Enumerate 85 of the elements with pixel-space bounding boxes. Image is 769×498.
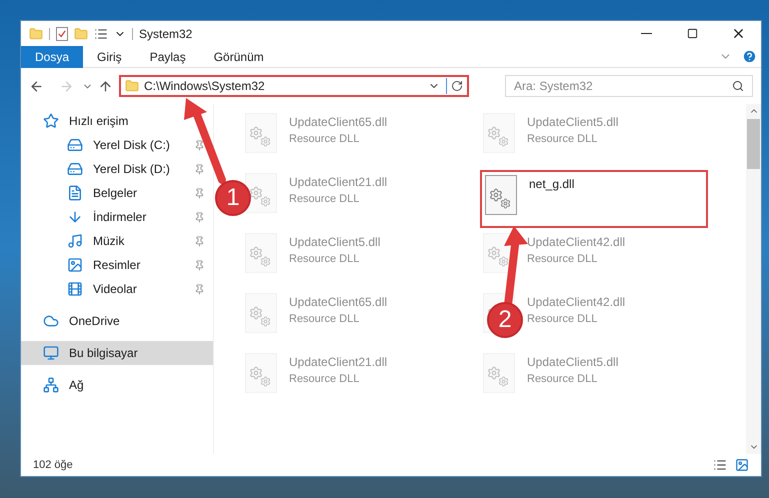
sidebar-label: Bu bilgisayar: [69, 345, 138, 362]
ribbon-tab[interactable]: Giriş: [83, 46, 136, 68]
file-icon: [245, 353, 277, 393]
large-icons-view-icon[interactable]: [735, 458, 749, 472]
sidebar-item[interactable]: Ağ: [21, 373, 213, 397]
sidebar-item[interactable]: Müzik: [21, 229, 213, 253]
sidebar-item[interactable]: İndirmeler: [21, 205, 213, 229]
document-icon: [67, 185, 83, 201]
file-icon: [245, 233, 277, 273]
maximize-icon: [686, 28, 698, 39]
scroll-thumb[interactable]: [747, 119, 760, 169]
file-name: UpdateClient65.dll: [289, 294, 388, 311]
address-bar[interactable]: C:\Windows\System32: [119, 75, 469, 97]
file-name: UpdateClient65.dll: [289, 114, 388, 131]
file-type: Resource DLL: [527, 372, 598, 387]
folder-icon: [125, 79, 139, 93]
sidebar-label: Ağ: [69, 377, 84, 394]
search-field[interactable]: Ara: System32: [505, 75, 753, 97]
file-type: Resource DLL: [289, 372, 360, 387]
file-icon: [245, 173, 277, 213]
file-type: Resource DLL: [527, 312, 598, 327]
sidebar-item[interactable]: Yerel Disk (C:): [21, 133, 213, 157]
selected-file-frame[interactable]: net_g.dll: [480, 170, 708, 228]
file-name: UpdateClient42.dll: [527, 294, 626, 311]
sidebar-item[interactable]: Resimler: [21, 253, 213, 277]
properties-icon[interactable]: [56, 26, 68, 40]
help-icon[interactable]: [742, 49, 757, 64]
file-type: Resource DLL: [289, 132, 360, 147]
sidebar-label: Belgeler: [93, 185, 138, 202]
folder-icon: [29, 26, 43, 40]
sidebar-label: Yerel Disk (C:): [93, 137, 170, 154]
file-name: UpdateClient21.dll: [289, 354, 388, 371]
ribbon-tab[interactable]: Paylaş: [136, 46, 200, 68]
file-name: UpdateClient5.dll: [527, 114, 618, 131]
sidebar-label: Videolar: [93, 281, 137, 298]
minimize-icon: [640, 33, 652, 34]
list-icon[interactable]: [94, 26, 108, 40]
sidebar-label: Müzik: [93, 233, 124, 250]
sidebar-item[interactable]: Belgeler: [21, 181, 213, 205]
cloud-icon: [43, 313, 59, 329]
file-name: UpdateClient5.dll: [289, 234, 380, 251]
file-name: UpdateClient5.dll: [527, 354, 618, 371]
file-type: Resource DLL: [527, 252, 598, 267]
star-icon: [43, 113, 59, 129]
drive-icon: [67, 161, 83, 177]
file-icon: [483, 113, 515, 153]
address-path: C:\Windows\System32: [144, 78, 265, 95]
refresh-icon[interactable]: [451, 80, 463, 92]
file-icon: [245, 293, 277, 333]
window-title: System32: [139, 26, 192, 42]
back-icon[interactable]: [29, 78, 44, 94]
file-icon: [485, 175, 517, 215]
file-type: Resource DLL: [289, 312, 360, 327]
film-icon: [67, 281, 83, 297]
picture-icon: [67, 257, 83, 273]
sidebar-item[interactable]: Bu bilgisayar: [21, 341, 213, 365]
sidebar-item[interactable]: Yerel Disk (D:): [21, 157, 213, 181]
search-input[interactable]: Ara: System32: [514, 77, 732, 95]
ribbon-tab[interactable]: Görünüm: [200, 46, 278, 68]
sidebar-label: Resimler: [93, 257, 140, 274]
item-count: 102 öğe: [33, 458, 73, 473]
sidebar-label: OneDrive: [69, 313, 120, 330]
file-type: Resource DLL: [289, 252, 360, 267]
up-icon[interactable]: [98, 78, 113, 94]
file-icon: [483, 353, 515, 393]
file-type: Resource DLL: [289, 192, 360, 207]
music-note-icon: [67, 233, 83, 249]
details-view-icon[interactable]: [713, 458, 727, 472]
file-name: UpdateClient42.dll: [527, 234, 626, 251]
sidebar-item[interactable]: Hızlı erişim: [21, 109, 213, 133]
file-type: Resource DLL: [527, 132, 598, 147]
sidebar-label: Yerel Disk (D:): [93, 161, 170, 178]
sidebar-item[interactable]: OneDrive: [21, 309, 213, 333]
ribbon-tab[interactable]: Dosya: [21, 46, 84, 68]
sidebar-item[interactable]: Videolar: [21, 277, 213, 301]
file-icon: [245, 113, 277, 153]
search-icon: [732, 80, 744, 92]
sidebar-label: İndirmeler: [93, 209, 146, 226]
sidebar-label: Hızlı erişim: [69, 113, 128, 130]
monitor-icon: [43, 345, 59, 361]
scrollbar[interactable]: [746, 104, 761, 454]
network-icon: [43, 377, 59, 393]
file-name: net_g.dll: [529, 176, 574, 193]
drive-icon: [67, 137, 83, 153]
file-name: UpdateClient21.dll: [289, 174, 388, 191]
